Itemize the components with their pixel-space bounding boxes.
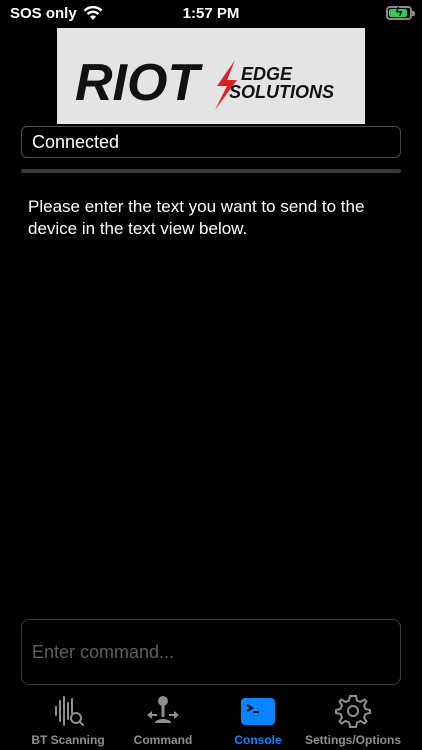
divider [21,169,401,173]
joystick-icon [147,696,179,723]
tab-label: Command [133,733,193,747]
terminal-icon [241,698,275,725]
brand-logo-graphic: RIOT EDGE SOLUTIONS [75,54,334,112]
logo-tagline-line1: EDGE [241,64,293,84]
tab-settings-options[interactable]: Settings/Options [303,690,403,750]
waveform-search-icon [55,696,84,726]
charging-bolt-icon: ϟ [395,5,403,19]
tab-label: BT Scanning [31,733,105,747]
logo-brand-text: RIOT [75,54,203,112]
command-input-container[interactable] [21,619,401,685]
tab-command[interactable]: Command [113,690,213,750]
status-bar: SOS only 1:57 PM ϟ [0,0,422,28]
gear-icon [335,695,371,728]
connection-status-field: Connected [21,126,401,158]
command-input[interactable] [22,620,400,684]
clock: 1:57 PM [182,5,240,22]
battery-nub [412,11,415,16]
tab-label: Settings/Options [305,733,401,747]
instructions-text: Please enter the text you want to send t… [28,197,365,238]
tab-bt-scanning[interactable]: BT Scanning [18,690,118,750]
battery-icon: ϟ [386,5,415,20]
brand-logo: RIOT EDGE SOLUTIONS [57,28,365,124]
logo-tagline-line2: SOLUTIONS [229,82,334,102]
connection-status-text: Connected [32,131,120,152]
tab-bar: BT Scanning Command Console Settings/Opt… [0,690,422,750]
tab-label: Console [234,733,282,747]
tab-console[interactable]: Console [208,690,308,750]
